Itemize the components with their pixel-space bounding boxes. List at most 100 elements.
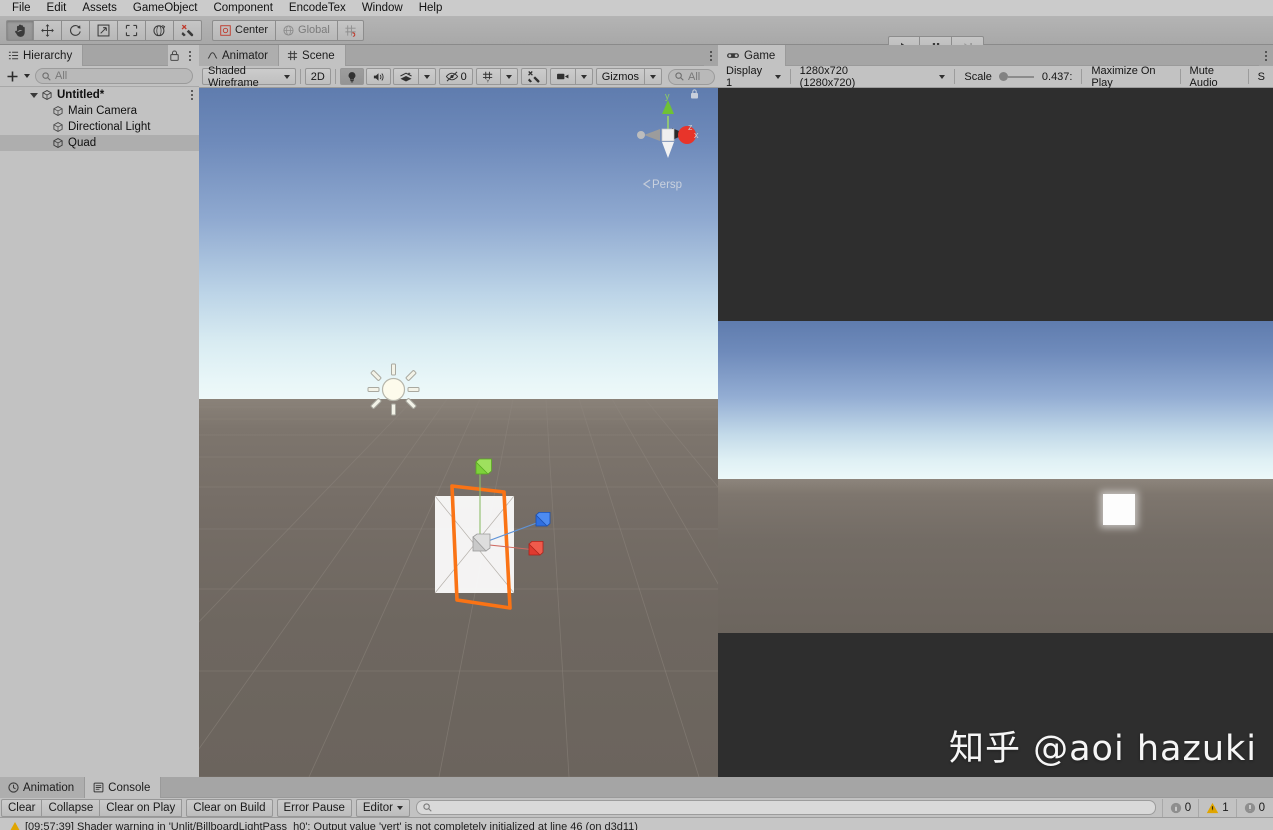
error-count[interactable]: 0 <box>1235 798 1272 817</box>
menu-item-assets[interactable]: Assets <box>74 0 125 16</box>
animation-icon <box>8 782 19 793</box>
tab-game[interactable]: Game <box>718 45 787 66</box>
hierarchy-panel: Hierarchy All Untitled* Main Camera Dire… <box>0 45 199 777</box>
handle-rotation-button[interactable]: Global <box>276 19 338 41</box>
menu-item-component[interactable]: Component <box>205 0 280 16</box>
transform-tool-button[interactable] <box>146 19 174 41</box>
custom-editor-tool-button[interactable] <box>174 19 202 41</box>
scene-camera-button[interactable] <box>549 68 576 85</box>
handle-rotation-label: Global <box>298 24 330 36</box>
error-icon <box>1244 802 1255 813</box>
hierarchy-search-placeholder: All <box>55 70 68 82</box>
scene-audio-toggle[interactable] <box>365 68 391 85</box>
hierarchy-tree[interactable]: Untitled* Main Camera Directional Light <box>0 87 199 777</box>
quad-selection-gizmo[interactable] <box>414 448 554 623</box>
tab-hierarchy[interactable]: Hierarchy <box>0 45 84 66</box>
gameobject-icon <box>53 106 63 116</box>
console-search-input[interactable] <box>415 800 1156 815</box>
rotate-icon <box>69 24 81 36</box>
scene-viewport[interactable]: y z x Persp <box>199 88 718 777</box>
clear-button[interactable]: Clear <box>1 798 43 817</box>
collapse-button[interactable]: Collapse <box>42 798 101 817</box>
log-count[interactable]: 0 <box>1161 798 1198 817</box>
hierarchy-search-input[interactable]: All <box>35 68 193 84</box>
tab-scene-label: Scene <box>302 49 335 62</box>
scene-context-menu-button[interactable] <box>185 87 199 106</box>
scale-tool-button[interactable] <box>90 19 118 41</box>
lock-icon[interactable] <box>168 49 181 62</box>
menu-item-edit[interactable]: Edit <box>39 0 75 16</box>
rotate-tool-button[interactable] <box>62 19 90 41</box>
rect-tool-button[interactable] <box>118 19 146 41</box>
pivot-mode-button[interactable]: Center <box>212 19 277 41</box>
clear-on-play-button[interactable]: Clear on Play <box>100 798 183 817</box>
menu-item-gameobject[interactable]: GameObject <box>125 0 206 16</box>
editor-dropdown[interactable]: Editor <box>355 798 410 817</box>
scene-visibility-toggle[interactable]: 0 <box>438 68 473 85</box>
tab-animation-label: Animation <box>23 781 75 794</box>
hierarchy-item-directional-light[interactable]: Directional Light <box>0 119 199 135</box>
hierarchy-item-quad[interactable]: Quad <box>0 135 199 151</box>
scene-fx-button[interactable] <box>392 68 419 85</box>
mute-audio-toggle[interactable]: Mute Audio <box>1185 65 1244 89</box>
warning-count[interactable]: 1 <box>1198 798 1235 817</box>
gizmo-lock-icon <box>691 89 698 99</box>
game-tab-strip: Game <box>718 45 1273 66</box>
display-label: Display 1 <box>726 64 763 89</box>
draw-mode-dropdown[interactable]: Shaded Wireframe <box>202 65 296 89</box>
display-dropdown[interactable]: Display 1 <box>721 65 786 89</box>
chevron-down-icon <box>396 805 403 810</box>
hierarchy-toolbar: All <box>0 66 199 87</box>
scene-lighting-toggle[interactable] <box>339 68 364 85</box>
scene-options-button[interactable] <box>704 45 718 66</box>
hierarchy-options-button[interactable] <box>183 45 197 66</box>
scene-orientation-gizmo[interactable]: y z x Persp <box>624 88 718 198</box>
menu-item-file[interactable]: File <box>4 0 39 16</box>
eye-off-icon <box>445 71 458 82</box>
tab-animation[interactable]: Animation <box>0 777 86 798</box>
clear-on-build-button[interactable]: Clear on Build <box>186 798 273 817</box>
log-count-value: 0 <box>1184 801 1192 814</box>
hierarchy-item-scene[interactable]: Untitled* <box>0 87 199 103</box>
scale-slider[interactable]: Scale 0.437: <box>959 68 1077 85</box>
game-viewport[interactable]: 知乎 @aoi hazuki <box>718 88 1273 777</box>
menu-item-encodetex[interactable]: EncodeTex <box>281 0 354 16</box>
hierarchy-item-main-camera[interactable]: Main Camera <box>0 103 199 119</box>
game-options-button[interactable] <box>1259 45 1273 66</box>
menu-item-window[interactable]: Window <box>354 0 411 16</box>
maximize-on-play-toggle[interactable]: Maximize On Play <box>1086 65 1175 89</box>
stats-toggle[interactable]: S <box>1253 68 1270 85</box>
scale-slider-track[interactable] <box>1007 75 1034 78</box>
camera-icon <box>556 73 569 80</box>
scene-camera-dropdown[interactable] <box>575 68 593 85</box>
tab-scene[interactable]: Scene <box>279 45 346 66</box>
gizmos-button[interactable]: Gizmos <box>595 68 645 85</box>
hand-tool-button[interactable] <box>6 19 34 41</box>
scene-grid-button[interactable]: Y <box>475 68 501 85</box>
gameobject-icon <box>53 122 63 132</box>
scene-grid-dropdown[interactable] <box>500 68 518 85</box>
grid-snap-button[interactable] <box>337 19 364 41</box>
resolution-dropdown[interactable]: 1280x720 (1280x720) <box>795 65 951 89</box>
game-sky <box>718 321 1273 479</box>
menu-item-help[interactable]: Help <box>411 0 451 16</box>
hierarchy-icon <box>8 51 19 60</box>
console-message-row[interactable]: [09:57:39] Shader warning in 'Unlit/Bill… <box>0 818 1273 830</box>
pivot-mode-label: Center <box>235 24 269 36</box>
scale-slider-thumb[interactable] <box>998 72 1008 81</box>
gizmos-dropdown[interactable] <box>645 68 662 85</box>
directional-light-gizmo[interactable] <box>366 362 421 417</box>
info-icon <box>1170 802 1181 813</box>
scene-component-tools-button[interactable] <box>520 68 547 85</box>
move-tool-button[interactable] <box>34 19 62 41</box>
scene-fx-dropdown[interactable] <box>418 68 436 85</box>
scene-search-input[interactable]: All <box>668 68 716 85</box>
console-message-list[interactable]: [09:57:39] Shader warning in 'Unlit/Bill… <box>0 818 1273 830</box>
error-pause-button[interactable]: Error Pause <box>276 798 352 817</box>
scale-icon <box>97 24 110 36</box>
tab-animator[interactable]: Animator <box>199 45 280 66</box>
2d-toggle-button[interactable]: 2D <box>304 68 331 85</box>
create-gameobject-button[interactable] <box>4 70 32 83</box>
tab-console[interactable]: Console <box>85 777 162 798</box>
disclosure-triangle-icon[interactable] <box>30 92 38 98</box>
